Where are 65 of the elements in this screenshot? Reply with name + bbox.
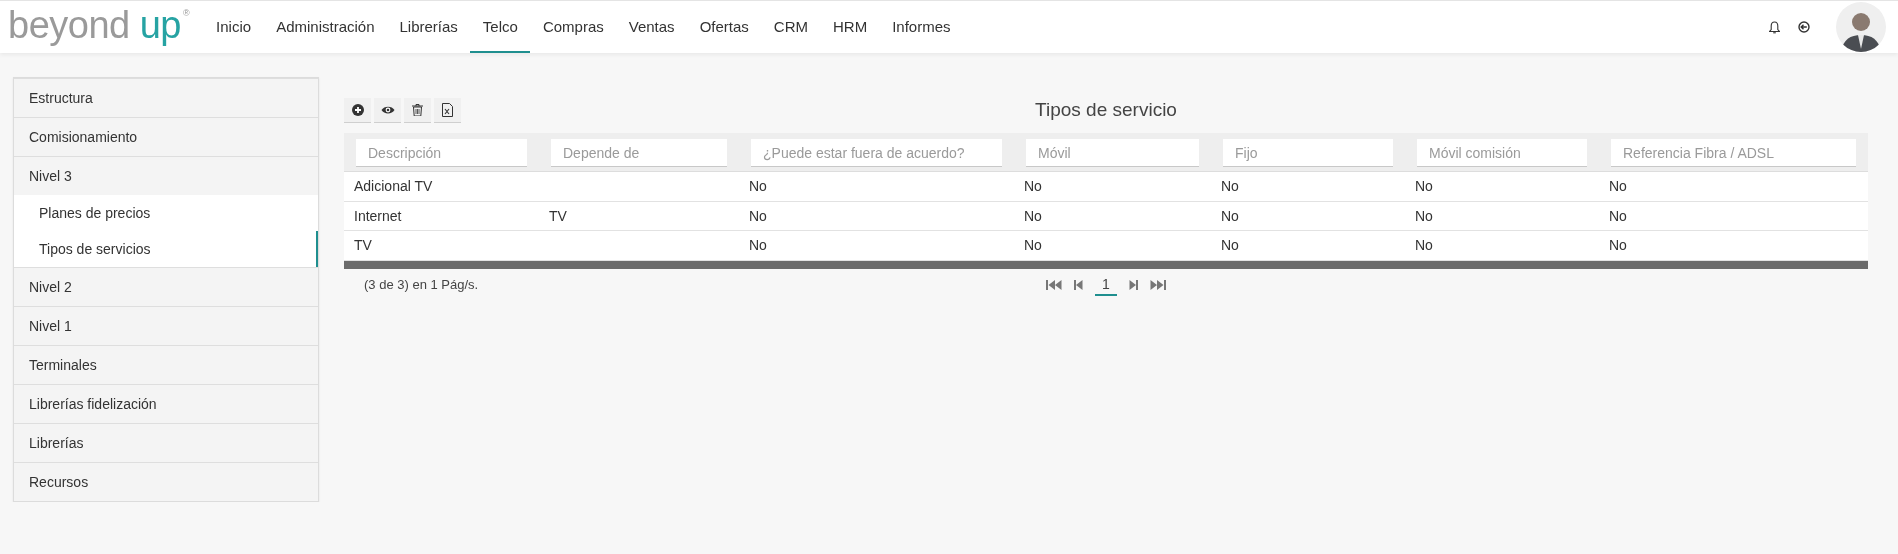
- nav-tab[interactable]: Compras: [529, 1, 616, 53]
- table-cell-text: No: [1023, 237, 1042, 254]
- table-cell-text: TV: [353, 237, 372, 254]
- sidebar-item[interactable]: Recursos: [14, 462, 318, 501]
- horizontal-scrollbar[interactable]: [344, 260, 1868, 269]
- table-cell-text: No: [1414, 237, 1433, 254]
- sidebar-subitem[interactable]: Planes de precios: [14, 195, 318, 231]
- filter-field[interactable]: Móvil: [1026, 139, 1199, 167]
- table-cell-text: No: [1220, 237, 1239, 254]
- sidebar-item[interactable]: Estructura: [14, 78, 318, 117]
- filter-field[interactable]: Referencia Fibra / ADSL: [1611, 139, 1856, 167]
- previous-page-icon[interactable]: [1074, 278, 1084, 291]
- trash-icon: [412, 103, 423, 116]
- sidebar-subitem[interactable]: Tipos de servicios: [14, 231, 318, 267]
- delete-button[interactable]: [404, 97, 431, 123]
- bell-icon[interactable]: [1769, 20, 1780, 34]
- table-cell-text: No: [1220, 207, 1239, 224]
- sidebar-item[interactable]: Librerías fidelización: [14, 384, 318, 423]
- page-summary: (3 de 3) en 1 Pág/s.: [363, 277, 479, 292]
- add-icon: [351, 103, 364, 116]
- table-cell-text: No: [1414, 207, 1433, 224]
- table-cell-text: No: [1608, 178, 1627, 195]
- filter-field[interactable]: Depende de: [551, 139, 727, 167]
- filter-field[interactable]: ¿Puede estar fuera de acuerdo?: [751, 139, 1002, 167]
- first-page-icon[interactable]: [1046, 278, 1063, 291]
- sidebar-item[interactable]: Nivel 2: [14, 267, 318, 306]
- table-cell-text: No: [1414, 178, 1433, 195]
- table-cell-text: TV: [548, 207, 567, 224]
- page-number-button[interactable]: 1: [1095, 273, 1117, 296]
- nav-tab[interactable]: Ventas: [615, 1, 687, 53]
- nav-tab[interactable]: CRM: [760, 1, 820, 53]
- nav-tab[interactable]: Telco: [469, 1, 530, 53]
- excel-button[interactable]: [434, 97, 461, 123]
- nav-tab[interactable]: Informes: [879, 1, 963, 53]
- table-cell-text: Adicional TV: [353, 178, 433, 195]
- view-button[interactable]: [374, 97, 401, 123]
- table-cell-text: No: [748, 207, 767, 224]
- table-cell-text: No: [1608, 237, 1627, 254]
- table-cell-text: No: [748, 237, 767, 254]
- spreadsheet-file-icon: [442, 102, 453, 117]
- eye-icon: [380, 104, 395, 115]
- table-cell-text: No: [1023, 207, 1042, 224]
- table-cell-text: Internet: [353, 207, 402, 224]
- logout-icon[interactable]: [1798, 21, 1810, 33]
- nav-tab[interactable]: Inicio: [203, 1, 264, 53]
- nav-tab[interactable]: Administración: [263, 1, 387, 53]
- nav-tab[interactable]: Librerías: [386, 1, 470, 53]
- filter-field[interactable]: Descripción: [356, 139, 527, 167]
- sidebar-item[interactable]: Terminales: [14, 345, 318, 384]
- add-button[interactable]: [344, 97, 371, 123]
- avatar[interactable]: [1836, 2, 1886, 52]
- table-cell-text: No: [1608, 207, 1627, 224]
- sidebar-item[interactable]: Librerías: [14, 423, 318, 462]
- table-cell-text: No: [1023, 178, 1042, 195]
- table-cell-text: No: [1220, 178, 1239, 195]
- filter-field[interactable]: Fijo: [1223, 139, 1393, 167]
- nav-tab[interactable]: HRM: [820, 1, 880, 53]
- next-page-icon[interactable]: [1128, 278, 1138, 291]
- nav-tab[interactable]: Ofertas: [686, 1, 761, 53]
- last-page-icon[interactable]: [1149, 278, 1166, 291]
- sidebar-item[interactable]: Nivel 1: [14, 306, 318, 345]
- filter-field[interactable]: Móvil comisión: [1417, 139, 1587, 167]
- sidebar-item[interactable]: Comisionamiento: [14, 117, 318, 156]
- page-title: Tipos de servicio: [1035, 99, 1177, 120]
- table-cell-text: No: [748, 178, 767, 195]
